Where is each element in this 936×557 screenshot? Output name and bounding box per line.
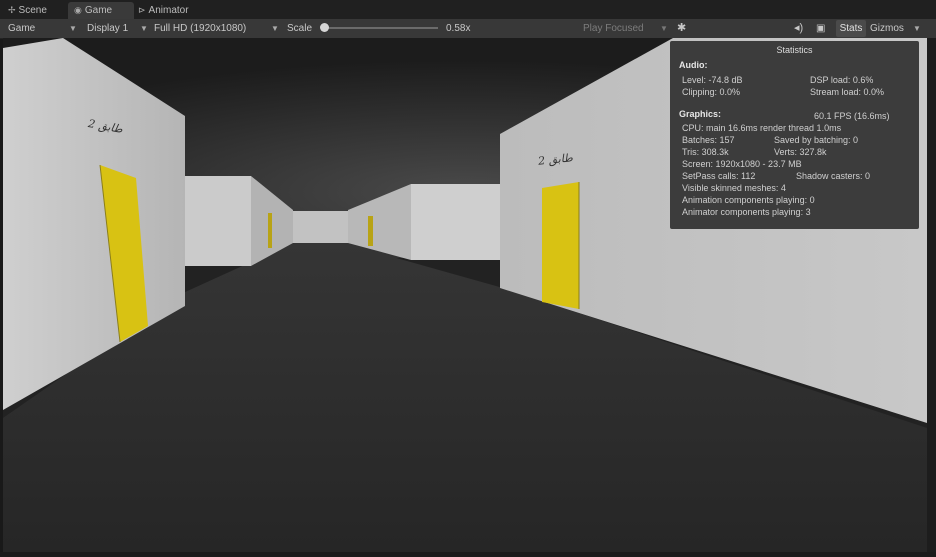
fps-readout: 60.1 FPS (16.6ms) — [814, 111, 890, 121]
bug-icon[interactable]: ✱ — [677, 19, 686, 38]
audio-clipping: Clipping: 0.0% — [682, 87, 741, 97]
far-wall — [293, 211, 348, 243]
animation-components: Animation components playing: 0 — [682, 195, 815, 205]
far-door — [268, 213, 272, 248]
scale-label: Scale — [287, 23, 313, 34]
batches: Batches: 157 — [682, 135, 735, 145]
view-mode-dropdown[interactable]: Game — [8, 19, 35, 38]
animator-icon: ⊳ — [138, 5, 146, 15]
stream-load: Stream load: 0.0% — [810, 87, 885, 97]
cpu-time: CPU: main 16.6ms render thread 1.0ms — [682, 123, 842, 133]
scale-slider-track[interactable] — [326, 27, 438, 29]
chevron-down-icon: ▼ — [69, 24, 77, 33]
stats-toggle-button[interactable]: Stats — [836, 20, 866, 37]
animator-components: Animator components playing: 3 — [682, 207, 811, 217]
statistics-panel: Statistics Audio: Level: -74.8 dB DSP lo… — [670, 41, 919, 229]
audio-level: Level: -74.8 dB — [682, 75, 743, 85]
audio-header: Audio: — [679, 60, 708, 70]
scale-slider-handle[interactable] — [320, 23, 329, 32]
mute-audio-icon[interactable]: ◂) — [794, 19, 803, 38]
visible-skinned-meshes: Visible skinned meshes: 4 — [682, 183, 786, 193]
resolution-dropdown[interactable]: Full HD (1920x1080) — [154, 19, 246, 38]
tab-game[interactable]: ◉ Game — [68, 2, 134, 19]
game-view-toolbar: Game ▼ Display 1 ▼ Full HD (1920x1080) ▼… — [0, 19, 936, 39]
resolution-label: Full HD (1920x1080) — [154, 23, 247, 34]
display-dropdown[interactable]: Display 1 — [87, 19, 128, 38]
gizmos-label: Gizmos — [870, 23, 904, 34]
right-room-wall — [411, 184, 500, 260]
play-mode-label: Play Focused — [583, 23, 644, 34]
play-mode-dropdown[interactable]: Play Focused — [583, 19, 644, 38]
graphics-header: Graphics: — [679, 109, 722, 119]
window-edge — [927, 38, 936, 557]
display-label: Display 1 — [87, 23, 129, 34]
tab-scene[interactable]: ✢ Scene — [8, 2, 60, 19]
tab-animator[interactable]: ⊳ Animator — [138, 2, 208, 19]
gallery-icon[interactable]: ▣ — [816, 19, 825, 38]
scene-icon: ✢ — [8, 5, 16, 15]
gizmos-dropdown[interactable]: Gizmos — [870, 19, 904, 38]
verts: Verts: 327.8k — [774, 147, 827, 157]
screen-info: Screen: 1920x1080 - 23.7 MB — [682, 159, 802, 169]
chevron-down-icon: ▼ — [660, 24, 668, 33]
chevron-down-icon: ▼ — [913, 24, 921, 33]
saved-by-batching: Saved by batching: 0 — [774, 135, 859, 145]
dsp-load: DSP load: 0.6% — [810, 75, 874, 85]
left-room-wall — [175, 176, 251, 266]
right-door — [542, 182, 579, 309]
tab-label: Animator — [148, 5, 189, 16]
view-mode-label: Game — [8, 23, 36, 34]
shadow-casters: Shadow casters: 0 — [796, 171, 871, 181]
editor-tab-bar: ✢ Scene ◉ Game ⊳ Animator — [0, 0, 936, 19]
chevron-down-icon: ▼ — [271, 24, 279, 33]
statistics-title: Statistics — [776, 45, 813, 55]
setpass-calls: SetPass calls: 112 — [682, 171, 756, 181]
tris: Tris: 308.3k — [682, 147, 729, 157]
scale-value: 0.58x — [446, 23, 471, 34]
far-door — [368, 216, 373, 246]
chevron-down-icon: ▼ — [140, 24, 148, 33]
game-icon: ◉ — [74, 5, 82, 15]
window-edge — [0, 552, 936, 557]
tab-label: Game — [84, 5, 113, 16]
tab-label: Scene — [18, 5, 47, 16]
